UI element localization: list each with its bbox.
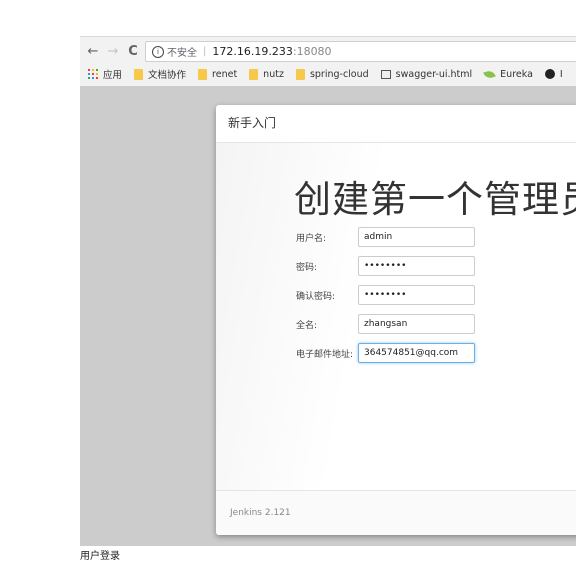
- bookmark-label: swagger-ui.html: [395, 68, 473, 80]
- dialog-header: 新手入门: [216, 105, 576, 143]
- bookmark-label: spring-cloud: [309, 68, 369, 80]
- username-row: 用户名:: [296, 227, 475, 247]
- version-label: Jenkins 2.121: [230, 508, 291, 518]
- address-bar[interactable]: i 不安全 | 172.16.19.233:18080: [145, 41, 576, 62]
- bookmark-github[interactable]: I: [544, 68, 563, 80]
- confirm-password-row: 确认密码:: [296, 285, 475, 305]
- image-icon: [380, 69, 391, 79]
- folder-icon: [134, 68, 144, 80]
- bookmark-renet[interactable]: renet: [198, 68, 238, 80]
- security-label[interactable]: 不安全: [167, 44, 197, 59]
- setup-dialog: 新手入门 创建第一个管理员用户 用户名: 密码: 确认密码: 全名: 电子邮件地…: [216, 105, 576, 535]
- bookmark-label: I: [559, 68, 563, 80]
- bookmark-label: 文档协作: [148, 70, 187, 81]
- info-icon[interactable]: i: [152, 45, 164, 58]
- fullname-label: 全名:: [296, 320, 318, 331]
- folder-icon: [249, 68, 259, 80]
- browser-chrome: ← → C i 不安全 | 172.16.19.233:18080 应用 文档协…: [80, 36, 576, 87]
- bookmark-label: Eureka: [500, 68, 533, 80]
- password-label: 密码:: [296, 262, 318, 273]
- url-host: 172.16.19.233: [212, 45, 293, 58]
- dialog-footer: Jenkins 2.121: [216, 490, 576, 535]
- folder-icon: [295, 68, 305, 80]
- reload-icon[interactable]: C: [126, 44, 140, 59]
- bookmark-eureka[interactable]: Eureka: [483, 68, 533, 80]
- apps-grid-icon: [88, 69, 98, 79]
- back-icon[interactable]: ←: [86, 44, 100, 59]
- bookmarks-bar: 应用 文档协作 renet nutz spring-cloud swagger-…: [88, 65, 563, 83]
- figure-caption: 用户登录: [80, 551, 120, 562]
- confirm-password-field[interactable]: [358, 285, 475, 305]
- bookmark-docs[interactable]: 文档协作: [134, 67, 186, 81]
- username-label: 用户名:: [296, 233, 327, 244]
- url-port: :18080: [292, 45, 332, 58]
- bookmark-spring-cloud[interactable]: spring-cloud: [295, 68, 369, 80]
- forward-icon[interactable]: →: [106, 44, 120, 59]
- email-row: 电子邮件地址:: [296, 343, 475, 363]
- leaf-icon: [483, 69, 496, 79]
- bookmark-apps[interactable]: 应用: [88, 67, 122, 81]
- confirm-password-label: 确认密码:: [296, 291, 336, 302]
- bookmark-label: nutz: [263, 68, 284, 80]
- navigation-bar: ← → C: [86, 42, 140, 60]
- page-title: 创建第一个管理员用户: [294, 178, 576, 221]
- password-field[interactable]: [358, 256, 475, 276]
- email-field[interactable]: [358, 343, 475, 363]
- folder-icon: [198, 68, 208, 80]
- fullname-field[interactable]: [358, 314, 475, 334]
- omnibox-divider: |: [203, 46, 207, 57]
- bookmark-swagger-ui[interactable]: swagger-ui.html: [380, 68, 473, 80]
- bookmark-nutz[interactable]: nutz: [249, 68, 284, 80]
- github-icon: [544, 69, 555, 79]
- dialog-body: 创建第一个管理员用户 用户名: 密码: 确认密码: 全名: 电子邮件地址:: [216, 143, 576, 490]
- username-field[interactable]: [358, 227, 475, 247]
- email-label: 电子邮件地址:: [296, 349, 354, 360]
- bookmark-label: renet: [212, 68, 238, 80]
- password-row: 密码:: [296, 256, 475, 276]
- fullname-row: 全名:: [296, 314, 475, 334]
- bookmark-label: 应用: [103, 70, 123, 81]
